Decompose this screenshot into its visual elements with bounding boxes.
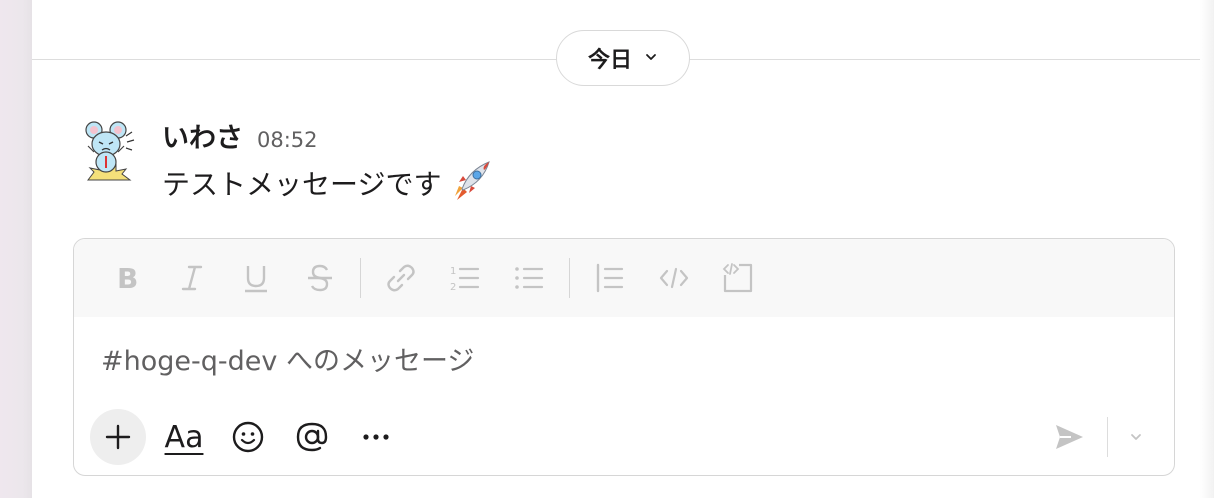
workspace-sidebar-edge [0,0,32,498]
ordered-list-icon[interactable]: 12 [433,253,497,303]
message-input[interactable]: #hoge-q-dev へのメッセージ [101,339,474,378]
date-divider-button[interactable]: 今日 [556,30,690,86]
link-icon[interactable] [369,253,433,303]
message-timestamp[interactable]: 08:52 [257,128,318,152]
send-group [1041,409,1154,465]
send-button[interactable] [1041,409,1097,465]
message-composer: B 12 #hoge-q-dev へのメッセージ Aa [73,238,1175,476]
right-panel-edge [1200,0,1214,498]
strikethrough-icon[interactable] [288,253,352,303]
emoji-button[interactable] [216,409,280,465]
format-text-icon: Aa [164,419,204,455]
formatting-toolbar: B 12 [74,239,1174,317]
message-item: いわさ 08:52 テストメッセージです [72,116,1194,201]
svg-text:B: B [117,262,138,295]
svg-text:1: 1 [450,266,456,277]
format-toggle-button[interactable]: Aa [152,409,216,465]
attach-button[interactable] [90,409,146,465]
chevron-down-icon [1131,434,1141,440]
more-icon [363,434,389,440]
underline-icon[interactable] [224,253,288,303]
bold-icon[interactable]: B [96,253,160,303]
send-icon [1056,425,1083,449]
toolbar-separator [360,258,361,298]
code-block-icon[interactable] [706,253,770,303]
plus-icon [105,424,131,450]
schedule-send-button[interactable] [1118,409,1154,465]
mention-icon [296,422,328,452]
send-separator [1107,417,1108,457]
emoji-icon [232,421,264,453]
date-divider-label: 今日 [587,48,632,73]
rocket-icon [449,156,495,209]
blockquote-icon[interactable] [578,253,642,303]
composer-actions: Aa [90,409,1154,465]
mention-button[interactable] [280,409,344,465]
toolbar-separator [569,258,570,298]
bulleted-list-icon[interactable] [497,253,561,303]
message-author[interactable]: いわさ [162,116,243,155]
svg-text:2: 2 [450,282,456,293]
chevron-down-icon [644,49,658,68]
italic-icon[interactable] [160,253,224,303]
avatar[interactable] [72,116,144,188]
more-actions-button[interactable] [344,409,408,465]
code-icon[interactable] [642,253,706,303]
message-text: テストメッセージです [162,167,442,201]
